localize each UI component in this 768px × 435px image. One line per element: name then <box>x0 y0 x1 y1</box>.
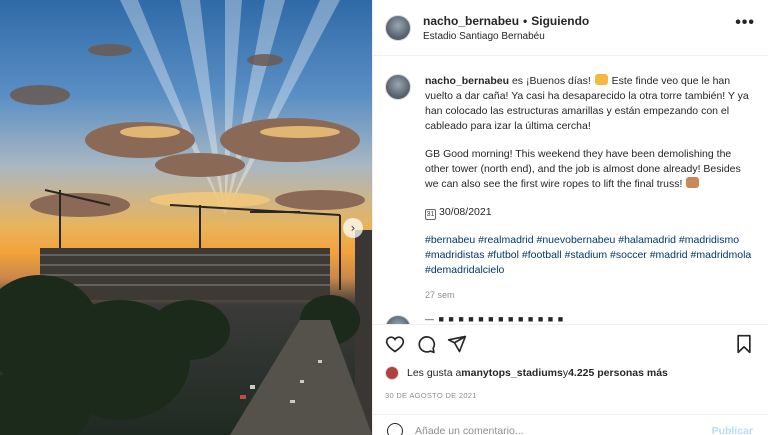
post-header: nacho_bernabeu • Siguiendo Estadio Santiag… <box>373 0 768 56</box>
caption-date-text: 30/08/2021 <box>439 206 492 218</box>
header-user-line: nacho_bernabeu • Siguiendo <box>423 14 589 28</box>
username-link[interactable]: nacho_bernabeu <box>423 14 519 28</box>
chevron-right-icon: › <box>350 221 356 235</box>
following-button[interactable]: Siguiendo <box>531 14 589 28</box>
caption-english: GB Good morning! This weekend they have … <box>425 147 755 192</box>
caption-time-ago: 27 sem <box>425 290 455 300</box>
facepalm-emoji-icon <box>686 177 700 188</box>
comment-input[interactable]: Añade un comentario... <box>415 425 524 435</box>
post-comment-button[interactable]: Publicar <box>712 425 753 435</box>
caption-spanish-part1: es ¡Buenos días! <box>509 75 594 87</box>
bookmark-icon[interactable] <box>735 334 753 354</box>
stadium-photo-illustration <box>0 0 372 435</box>
likes-prefix: Les gusta a <box>407 367 462 379</box>
calendar-icon: 31 <box>425 209 436 220</box>
comment-preview-text: — ■ ■ ■ ■ ■ ■ ■ ■ ■ ■ ■ ■ ■ <box>425 314 565 324</box>
caption-text: nacho_bernabeu es ¡Buenos días! Este fin… <box>425 74 755 303</box>
caption-avatar[interactable] <box>385 74 411 100</box>
more-options-icon[interactable]: ••• <box>735 14 755 32</box>
caption-username[interactable]: nacho_bernabeu <box>425 75 509 87</box>
likes-count-link[interactable]: 4.225 personas más <box>568 367 668 379</box>
next-photo-button[interactable]: › <box>343 218 363 238</box>
caption-date: 31 30/08/2021 <box>425 205 755 220</box>
comment-composer: Añade un comentario... Publicar <box>373 414 768 435</box>
emoji-picker-icon[interactable] <box>387 423 403 435</box>
comment-icon[interactable] <box>416 334 436 354</box>
likes-summary: Les gusta a manytops_stadiums y 4.225 pe… <box>385 366 668 380</box>
sun-emoji-icon <box>594 74 608 85</box>
post-details-panel: nacho_bernabeu • Siguiendo Estadio Santiag… <box>372 0 768 435</box>
share-icon[interactable] <box>447 334 467 354</box>
heart-icon[interactable] <box>385 334 405 354</box>
comment-avatar[interactable] <box>385 315 411 324</box>
post-date: 30 DE AGOSTO DE 2021 <box>385 391 477 400</box>
caption-area: nacho_bernabeu es ¡Buenos días! Este fin… <box>373 56 768 321</box>
liker-username[interactable]: manytops_stadiums <box>461 367 563 379</box>
next-comment-preview: — ■ ■ ■ ■ ■ ■ ■ ■ ■ ■ ■ ■ ■ <box>385 312 765 324</box>
avatar[interactable] <box>385 15 411 41</box>
caption-spanish: nacho_bernabeu es ¡Buenos días! Este fin… <box>425 74 755 134</box>
post-photo[interactable]: › <box>0 0 372 435</box>
separator-dot: • <box>523 14 528 28</box>
action-bar <box>373 324 768 362</box>
location-link[interactable]: Estadio Santiago Bernabéu <box>423 31 545 42</box>
caption-hashtags[interactable]: #bernabeu #realmadrid #nuevobernabeu #ha… <box>425 233 755 278</box>
liker-avatar[interactable] <box>385 366 399 380</box>
